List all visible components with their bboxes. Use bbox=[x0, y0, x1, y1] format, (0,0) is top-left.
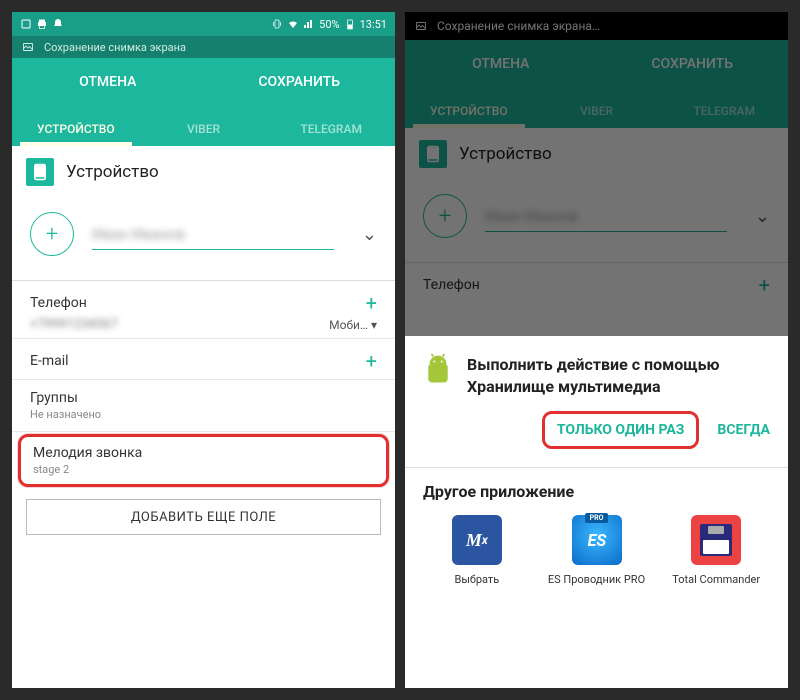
groups-field[interactable]: Группы Не назначено bbox=[12, 380, 395, 432]
name-value-blurred: Иван Иванов bbox=[92, 225, 185, 243]
dual-screenshot-container: 50% 13:51 Сохранение снимка экрана ОТМЕН… bbox=[0, 0, 800, 700]
sheet-title: Выполнить действие с помощью Хранилище м… bbox=[467, 354, 770, 397]
signal-icon bbox=[303, 18, 315, 30]
tab-viber[interactable]: VIBER bbox=[140, 122, 268, 146]
wifi-icon bbox=[287, 18, 299, 30]
print-icon bbox=[36, 18, 48, 30]
save-button[interactable]: СОХРАНИТЬ bbox=[204, 74, 396, 90]
phone-label: Телефон bbox=[423, 277, 480, 293]
device-icon bbox=[419, 140, 447, 168]
phone-value-blurred[interactable]: +79991234567 bbox=[30, 317, 118, 332]
other-apps-title: Другое приложение bbox=[423, 482, 770, 501]
status-bar: 50% 13:51 bbox=[12, 12, 395, 36]
name-row: + Иван Иванов ⌄ bbox=[12, 198, 395, 281]
image-icon bbox=[22, 41, 34, 53]
app-total-commander[interactable]: Total Commander bbox=[662, 515, 770, 587]
add-phone-button[interactable]: + bbox=[366, 291, 377, 315]
groups-label: Группы bbox=[30, 390, 377, 406]
tab-bar: УСТРОЙСТВО VIBER TELEGRAM bbox=[12, 106, 395, 146]
notification-ticker: Сохранение снимка экрана bbox=[12, 36, 395, 58]
divider bbox=[405, 467, 788, 468]
section-header: Устройство bbox=[12, 146, 395, 198]
add-photo-button[interactable]: + bbox=[423, 194, 467, 238]
notification-text: Сохранение снимка экрана… bbox=[437, 19, 600, 33]
email-label: E-mail bbox=[30, 353, 69, 369]
tab-device[interactable]: УСТРОЙСТВО bbox=[405, 104, 533, 128]
battery-text: 50% bbox=[319, 18, 339, 31]
app-label: ES Проводник PRO bbox=[548, 573, 645, 587]
phone-field-clipped: Телефон + bbox=[405, 263, 788, 297]
app-label: Total Commander bbox=[672, 573, 760, 587]
tab-device[interactable]: УСТРОЙСТВО bbox=[12, 122, 140, 146]
sheet-actions: ТОЛЬКО ОДИН РАЗ ВСЕГДА bbox=[423, 411, 770, 449]
app-es-explorer[interactable]: PRO ES ES Проводник PRO bbox=[543, 515, 651, 587]
add-field-button[interactable]: ДОБАВИТЬ ЕЩЕ ПОЛЕ bbox=[26, 499, 381, 535]
ringtone-label: Мелодия звонка bbox=[33, 445, 374, 461]
phone-type-selector[interactable]: Моби… ▾ bbox=[329, 318, 377, 332]
name-input[interactable]: Иван Иванов bbox=[92, 218, 334, 250]
ringtone-field[interactable]: Мелодия звонка stage 2 bbox=[18, 434, 389, 487]
phone-left: 50% 13:51 Сохранение снимка экрана ОТМЕН… bbox=[12, 12, 395, 688]
cancel-button[interactable]: ОТМЕНА bbox=[405, 56, 597, 72]
save-button[interactable]: СОХРАНИТЬ bbox=[597, 56, 789, 72]
tab-telegram[interactable]: TELEGRAM bbox=[660, 104, 788, 128]
ringtone-value: stage 2 bbox=[33, 463, 374, 476]
phone-right: Сохранение снимка экрана… ОТМЕНА СОХРАНИ… bbox=[405, 12, 788, 688]
screenshot-icon bbox=[20, 18, 32, 30]
cancel-button[interactable]: ОТМЕНА bbox=[12, 74, 204, 90]
clock-text: 13:51 bbox=[360, 18, 387, 31]
intent-chooser-sheet: Выполнить действие с помощью Хранилище м… bbox=[405, 336, 788, 688]
action-bar: ОТМЕНА СОХРАНИТЬ bbox=[405, 40, 788, 88]
expand-name-icon[interactable]: ⌄ bbox=[362, 224, 377, 245]
notification-text: Сохранение снимка экрана bbox=[44, 41, 186, 54]
email-field[interactable]: E-mail + bbox=[12, 339, 395, 380]
apps-row: Mx Выбрать PRO ES ES Проводник PRO Total… bbox=[423, 515, 770, 587]
device-icon bbox=[26, 158, 54, 186]
battery-icon bbox=[344, 18, 356, 30]
phone-label: Телефон bbox=[30, 295, 87, 311]
add-phone-button[interactable]: + bbox=[759, 273, 770, 297]
tab-telegram[interactable]: TELEGRAM bbox=[267, 122, 395, 146]
action-bar: ОТМЕНА СОХРАНИТЬ bbox=[12, 58, 395, 106]
dropdown-icon: ▾ bbox=[371, 318, 377, 332]
name-input[interactable]: Иван Иванов bbox=[485, 200, 727, 232]
total-commander-icon bbox=[691, 515, 741, 565]
image-icon bbox=[415, 20, 427, 32]
android-icon bbox=[423, 354, 453, 384]
app-mx-select[interactable]: Mx Выбрать bbox=[423, 515, 531, 587]
always-button[interactable]: ВСЕГДА bbox=[717, 422, 770, 438]
svg-text:ES: ES bbox=[587, 531, 606, 550]
app-label: Выбрать bbox=[454, 573, 499, 587]
just-once-button[interactable]: ТОЛЬКО ОДИН РАЗ bbox=[542, 411, 699, 449]
groups-value: Не назначено bbox=[30, 408, 377, 421]
section-header: Устройство bbox=[405, 128, 788, 180]
section-title: Устройство bbox=[66, 162, 159, 182]
notification-ticker-dark: Сохранение снимка экрана… bbox=[405, 12, 788, 40]
tab-bar: УСТРОЙСТВО VIBER TELEGRAM bbox=[405, 88, 788, 128]
es-explorer-icon: PRO ES bbox=[572, 515, 622, 565]
tab-viber[interactable]: VIBER bbox=[533, 104, 661, 128]
name-value-blurred: Иван Иванов bbox=[485, 207, 578, 225]
bell-icon bbox=[52, 18, 64, 30]
phone-field: Телефон + +79991234567 Моби… ▾ bbox=[12, 281, 395, 339]
name-row: + Иван Иванов ⌄ bbox=[405, 180, 788, 263]
add-photo-button[interactable]: + bbox=[30, 212, 74, 256]
expand-name-icon[interactable]: ⌄ bbox=[755, 206, 770, 227]
vibrate-icon bbox=[271, 18, 283, 30]
add-email-button[interactable]: + bbox=[366, 349, 377, 373]
section-title: Устройство bbox=[459, 144, 552, 164]
mx-icon: Mx bbox=[452, 515, 502, 565]
